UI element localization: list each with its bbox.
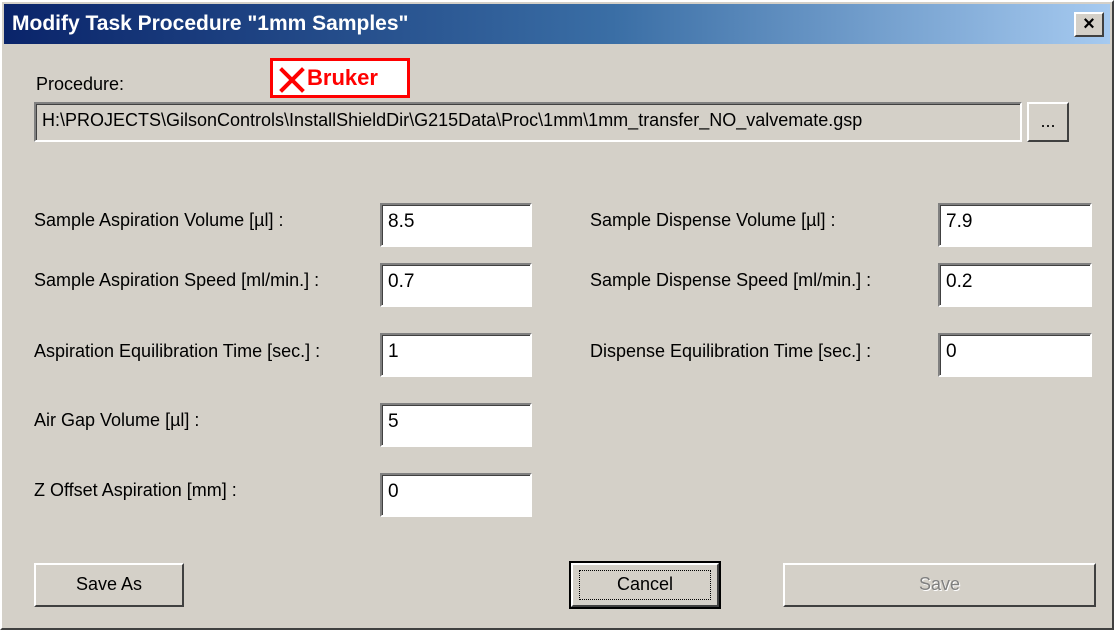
- aspiration-volume-label: Sample Aspiration Volume [µl] :: [34, 210, 284, 230]
- dispense-equilibration-label: Dispense Equilibration Time [sec.] :: [590, 341, 872, 361]
- procedure-label: Procedure:: [36, 74, 125, 94]
- z-offset-aspiration-input[interactable]: 0: [380, 473, 532, 517]
- dispense-equilibration-value: 0: [946, 341, 957, 362]
- aspiration-volume-input[interactable]: 8.5: [380, 203, 532, 247]
- air-gap-volume-value: 5: [388, 411, 399, 432]
- browse-button-label: ...: [1040, 111, 1056, 131]
- cancel-button[interactable]: Cancel: [569, 561, 721, 609]
- aspiration-equilibration-label: Aspiration Equilibration Time [sec.] :: [34, 341, 321, 361]
- dispense-volume-input[interactable]: 7.9: [938, 203, 1092, 247]
- air-gap-volume-input[interactable]: 5: [380, 403, 532, 447]
- procedure-path-field[interactable]: H:\PROJECTS\GilsonControls\InstallShield…: [34, 102, 1022, 142]
- x-mark-icon: [279, 67, 305, 93]
- dispense-speed-label: Sample Dispense Speed [ml/min.] :: [590, 270, 872, 290]
- dispense-speed-input[interactable]: 0.2: [938, 263, 1092, 307]
- title-bar[interactable]: Modify Task Procedure "1mm Samples" ×: [4, 4, 1110, 44]
- logo-text: Bruker: [307, 65, 378, 90]
- aspiration-volume-value: 8.5: [388, 211, 415, 232]
- save-button[interactable]: Save: [783, 563, 1096, 607]
- dispense-volume-label: Sample Dispense Volume [µl] :: [590, 210, 836, 230]
- dispense-equilibration-input[interactable]: 0: [938, 333, 1092, 377]
- aspiration-equilibration-value: 1: [388, 341, 399, 362]
- bruker-logo: Bruker: [270, 58, 410, 98]
- save-as-button[interactable]: Save As: [34, 563, 184, 607]
- dispense-volume-value: 7.9: [946, 211, 973, 232]
- save-as-button-label: Save As: [75, 574, 143, 594]
- air-gap-volume-label: Air Gap Volume [µl] :: [34, 410, 200, 430]
- dialog-window: [0, 0, 1114, 630]
- focus-rectangle: [579, 570, 711, 600]
- procedure-path-value: H:\PROJECTS\GilsonControls\InstallShield…: [42, 110, 863, 130]
- aspiration-speed-label: Sample Aspiration Speed [ml/min.] :: [34, 270, 320, 290]
- close-icon: ×: [1083, 13, 1095, 35]
- save-button-label: Save: [918, 574, 961, 594]
- aspiration-speed-input[interactable]: 0.7: [380, 263, 532, 307]
- z-offset-aspiration-value: 0: [388, 481, 399, 502]
- aspiration-equilibration-input[interactable]: 1: [380, 333, 532, 377]
- browse-button[interactable]: ...: [1027, 102, 1069, 142]
- window-title: Modify Task Procedure "1mm Samples": [12, 12, 409, 35]
- z-offset-aspiration-label: Z Offset Aspiration [mm] :: [34, 480, 237, 500]
- aspiration-speed-value: 0.7: [388, 271, 415, 292]
- dispense-speed-value: 0.2: [946, 271, 973, 292]
- close-button[interactable]: ×: [1074, 12, 1104, 37]
